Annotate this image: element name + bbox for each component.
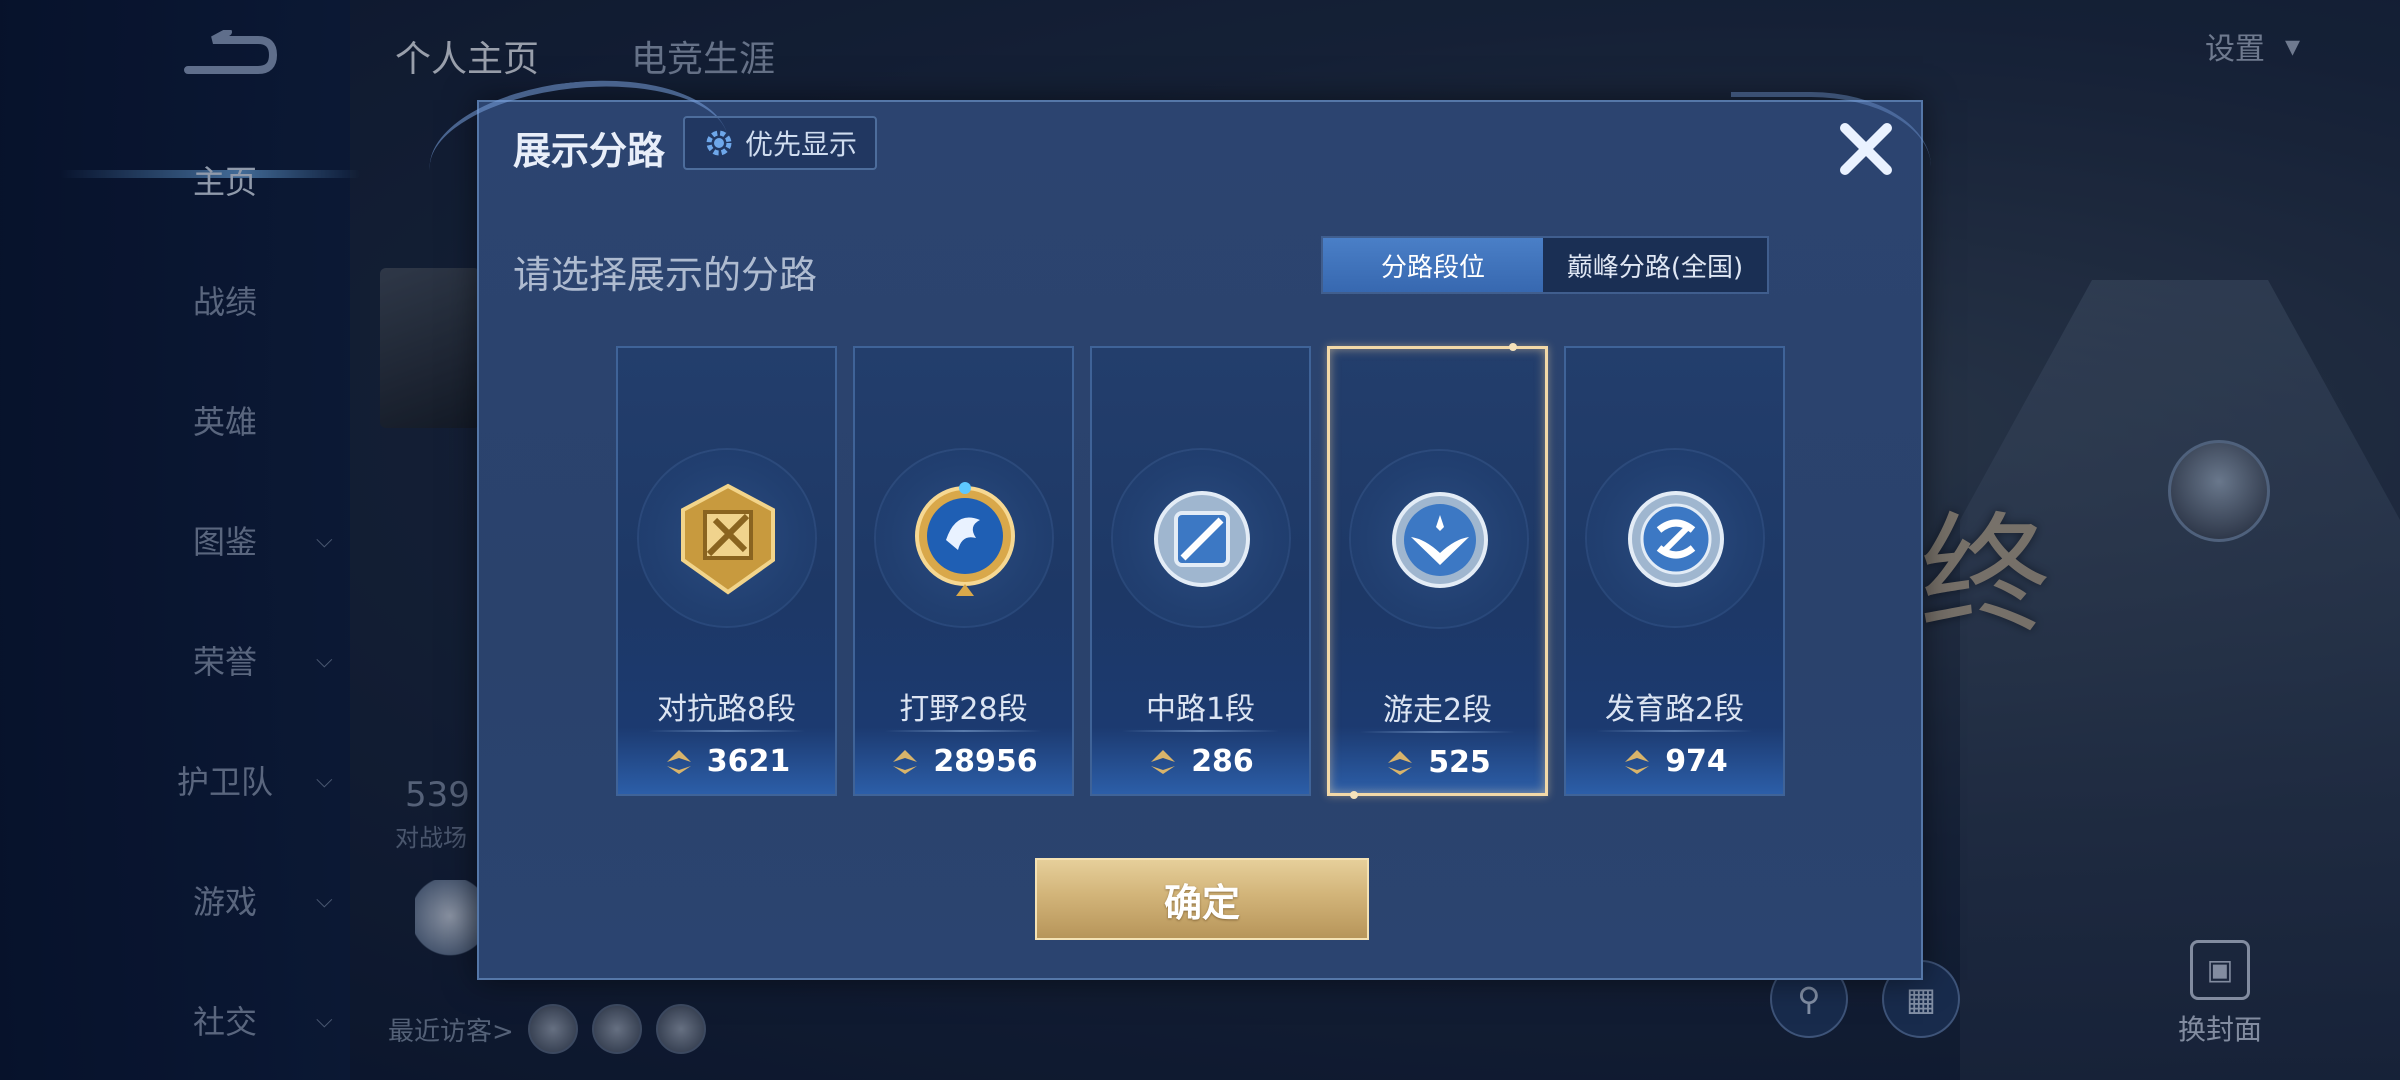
- lane-score: 525: [1330, 745, 1545, 780]
- lane-card-clash[interactable]: 对抗路8段 3621: [616, 346, 837, 796]
- lane-name: 游走2段: [1382, 693, 1493, 728]
- divider: [648, 730, 805, 732]
- dialog-title: 展示分路: [513, 129, 666, 173]
- lane-score-value: 286: [1191, 744, 1254, 779]
- tab-peak-lane[interactable]: 巅峰分路(全国): [1543, 238, 1767, 292]
- mid-lane-emblem-icon: [1154, 491, 1250, 587]
- lane-score: 286: [1092, 744, 1309, 779]
- lane-card-farm[interactable]: 发育路2段 974: [1564, 346, 1785, 796]
- lane-score-value: 28956: [933, 744, 1038, 779]
- roam-emblem-icon: [1392, 492, 1488, 588]
- lane-score: 974: [1566, 744, 1783, 779]
- lane-name: 发育路2段: [1604, 692, 1745, 727]
- priority-display-button[interactable]: 优先显示: [683, 116, 878, 170]
- divider: [1122, 730, 1279, 732]
- lane-card-jungle[interactable]: 打野28段 28956: [853, 346, 1074, 796]
- priority-display-label: 优先显示: [745, 128, 858, 161]
- close-button[interactable]: [1831, 114, 1901, 184]
- lane-name: 对抗路8段: [656, 692, 797, 727]
- jungle-emblem-icon: [915, 482, 1015, 596]
- lane-score-value: 3621: [706, 744, 791, 779]
- lane-score: 3621: [618, 744, 835, 779]
- lane-score-value: 525: [1428, 745, 1491, 780]
- lane-card-list: 对抗路8段 3621 打野28段 28956 中路1段 286 游走2段 525…: [616, 343, 1785, 799]
- rank-points-icon: [1388, 750, 1413, 775]
- rank-points-icon: [666, 749, 691, 774]
- tab-lane-rank[interactable]: 分路段位: [1323, 238, 1543, 292]
- rank-points-icon: [893, 749, 918, 774]
- selection-corner: [1350, 791, 1358, 799]
- lane-name: 打野28段: [899, 692, 1028, 727]
- divider: [1360, 731, 1515, 733]
- select-lane-prompt: 请选择展示的分路: [513, 253, 818, 297]
- divider: [1596, 730, 1753, 732]
- confirm-button[interactable]: 确定: [1035, 858, 1369, 940]
- clash-lane-emblem-icon: [681, 483, 775, 595]
- close-icon: [1840, 123, 1892, 175]
- lane-name: 中路1段: [1145, 692, 1256, 727]
- rank-points-icon: [1625, 749, 1650, 774]
- farm-lane-emblem-icon: [1628, 491, 1724, 587]
- divider: [885, 730, 1042, 732]
- lane-score-value: 974: [1665, 744, 1728, 779]
- selection-corner: [1509, 343, 1517, 351]
- gear-icon: [706, 130, 732, 156]
- lane-card-roam[interactable]: 游走2段 525: [1327, 343, 1548, 799]
- rank-points-icon: [1151, 749, 1176, 774]
- lane-score: 28956: [855, 744, 1072, 779]
- lane-card-mid[interactable]: 中路1段 286: [1090, 346, 1311, 796]
- lane-display-dialog: 展示分路 优先显示 请选择展示的分路 分路段位 巅峰分路(全国) 对抗路8段 3…: [422, 66, 1931, 980]
- display-mode-toggle: 分路段位 巅峰分路(全国): [1321, 236, 1769, 294]
